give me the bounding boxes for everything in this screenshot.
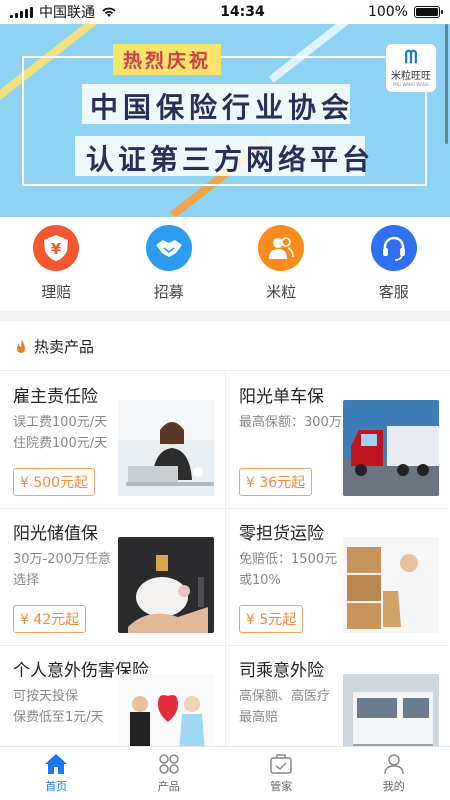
- quick-actions: ¥ 理赔 招募 米粒 客服: [0, 217, 450, 307]
- product-desc: 可按天投保 保费低至1元/天: [13, 689, 104, 725]
- wifi-icon: [102, 7, 116, 17]
- product-card[interactable]: 个人意外伤害保险 可按天投保 保费低至1元/天: [0, 646, 224, 747]
- price-button[interactable]: ¥ 500元起: [13, 468, 96, 496]
- quick-action-service[interactable]: 客服: [338, 217, 450, 307]
- product-desc: 30万-200万任意 选择: [13, 552, 112, 588]
- tab-label: 管家: [270, 780, 293, 793]
- user-icon: [384, 754, 404, 775]
- product-name: 零担货运险: [239, 524, 324, 544]
- price-button[interactable]: ¥ 42元起: [13, 605, 87, 633]
- product-image: [118, 674, 214, 747]
- product-card[interactable]: 阳光单车保 最高保额：300万 ¥ 36元起: [225, 372, 449, 509]
- tab-products[interactable]: 产品: [113, 747, 226, 800]
- product-card[interactable]: 司乘意外险 高保额、高医疗 最高赔: [225, 646, 449, 747]
- product-card[interactable]: 阳光储值保 30万-200万任意 选择 ¥ 42元起: [0, 509, 224, 646]
- battery-icon: [413, 6, 443, 18]
- yuan-shield-icon: ¥: [33, 225, 80, 271]
- tab-label: 首页: [45, 780, 68, 793]
- scrollbar: [445, 24, 448, 144]
- product-desc: 误工费100元/天 住院费100元/天: [13, 415, 108, 451]
- product-grid: 雇主责任险 误工费100元/天 住院费100元/天 ¥ 500元起 阳光单车保 最…: [0, 372, 450, 747]
- banner-tag: 热烈庆祝: [113, 44, 222, 75]
- tab-label: 我的: [382, 780, 405, 793]
- briefcase-icon: [270, 754, 292, 774]
- product-card[interactable]: 零担货运险 免赔低：1500元 或10% ¥ 5元起: [225, 509, 449, 646]
- logo-text: 米粒旺旺: [391, 71, 431, 82]
- product-image: [343, 674, 439, 747]
- handshake-icon: [145, 225, 192, 271]
- promo-banner[interactable]: 热烈庆祝 中国保险行业协会 认证第三方网络平台 ᗰ 米粒旺旺 MILI WANG…: [0, 24, 450, 217]
- section-title: 热卖产品: [34, 338, 95, 356]
- quick-action-label: 米粒: [266, 283, 297, 301]
- quick-action-recruit[interactable]: 招募: [113, 217, 226, 307]
- carrier-label: 中国联通: [39, 5, 95, 21]
- bottom-tab-bar: 首页 产品 管家 我的: [0, 746, 450, 800]
- product-card[interactable]: 雇主责任险 误工费100元/天 住院费100元/天 ¥ 500元起: [0, 372, 224, 509]
- logo-subtext: MILI WANG WANG: [393, 82, 429, 87]
- product-image: [343, 400, 439, 496]
- quick-action-label: 招募: [153, 283, 184, 301]
- banner-headline: 中国保险行业协会: [90, 91, 355, 124]
- banner-subheadline: 认证第三方网络平台: [86, 143, 375, 176]
- status-bar: 中国联通 14:34 100%: [0, 0, 450, 24]
- svg-text:¥: ¥: [51, 240, 62, 258]
- section-divider: [0, 311, 450, 321]
- logo-mark-icon: ᗰ: [404, 47, 418, 68]
- quick-action-label: 理赔: [41, 283, 72, 301]
- product-desc: 免赔低：1500元 或10%: [239, 552, 338, 588]
- quick-action-label: 客服: [378, 283, 409, 301]
- grid-icon: [159, 754, 179, 774]
- price-button[interactable]: ¥ 36元起: [239, 468, 313, 496]
- home-icon: [45, 754, 68, 774]
- brand-logo: ᗰ 米粒旺旺 MILI WANG WANG: [386, 44, 436, 92]
- quick-action-claims[interactable]: ¥ 理赔: [0, 217, 113, 307]
- product-image: [118, 537, 214, 633]
- product-image: [118, 400, 214, 496]
- tab-label: 产品: [157, 780, 180, 793]
- users-icon: [258, 225, 305, 271]
- hot-products-header: 热卖产品: [0, 323, 450, 371]
- tab-butler[interactable]: 管家: [225, 747, 338, 800]
- product-name: 司乘意外险: [239, 661, 324, 681]
- battery-percent: 100%: [367, 4, 408, 20]
- product-desc: 高保额、高医疗 最高赔: [239, 689, 331, 725]
- headset-icon: [370, 225, 417, 271]
- product-name: 阳光单车保: [239, 387, 324, 407]
- tab-home[interactable]: 首页: [0, 747, 113, 800]
- product-name: 阳光储值保: [13, 524, 98, 544]
- product-desc: 最高保额：300万: [239, 415, 342, 430]
- signal-icon: [10, 6, 33, 18]
- flame-icon: [17, 338, 25, 353]
- price-button[interactable]: ¥ 5元起: [239, 605, 304, 633]
- time-label: 14:34: [220, 4, 265, 20]
- product-name: 雇主责任险: [13, 387, 98, 407]
- quick-action-mili[interactable]: 米粒: [225, 217, 338, 307]
- product-image: [343, 537, 439, 633]
- tab-mine[interactable]: 我的: [338, 747, 450, 800]
